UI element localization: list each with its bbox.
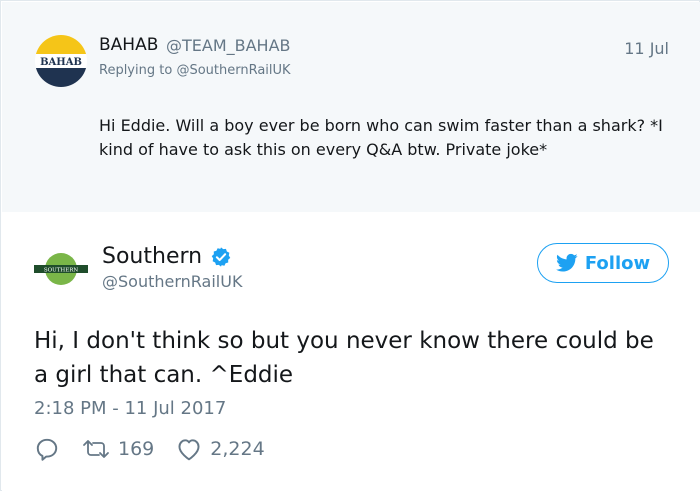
retweet-count: 169 — [118, 438, 155, 460]
heart-icon — [178, 439, 200, 461]
bahab-avatar[interactable]: BAHAB — [35, 35, 87, 87]
follow-button-label: Follow — [584, 252, 651, 274]
tweet-actions: 169 2,224 — [34, 434, 287, 464]
main-tweet-text: Hi, I don't think so but you never know … — [34, 328, 654, 388]
reply-date[interactable]: 11 Jul — [624, 39, 669, 58]
reply-tweet[interactable]: BAHAB BAHAB @TEAM_BAHAB Replying to @Sou… — [2, 2, 700, 212]
replying-to-label: Replying to — [99, 63, 173, 78]
like-count: 2,224 — [210, 438, 265, 460]
main-author-name[interactable]: Southern — [102, 244, 202, 269]
verified-badge-icon — [210, 246, 232, 268]
main-author-name-row[interactable]: Southern — [102, 244, 232, 269]
main-tweet: SOUTHERN Southern @SouthernRailUK Follow… — [2, 212, 700, 491]
southern-avatar[interactable]: SOUTHERN — [34, 252, 88, 286]
retweet-icon — [83, 440, 109, 458]
retweet-button[interactable]: 169 — [82, 437, 154, 461]
replying-to-line: Replying to @SouthernRailUK — [99, 63, 291, 78]
reply-button[interactable] — [34, 436, 60, 462]
like-button[interactable]: 2,224 — [176, 437, 265, 461]
reply-author-name[interactable]: BAHAB — [99, 35, 158, 55]
reply-icon — [36, 438, 58, 461]
southern-logo-icon: SOUTHERN — [34, 253, 88, 285]
southern-logo-text: SOUTHERN — [44, 268, 79, 274]
tweet-card: BAHAB BAHAB @TEAM_BAHAB Replying to @Sou… — [0, 0, 700, 491]
main-author-handle[interactable]: @SouthernRailUK — [102, 272, 242, 291]
bahab-logo-text: BAHAB — [40, 57, 82, 68]
replying-to-handle-link[interactable]: @SouthernRailUK — [176, 63, 290, 78]
twitter-bird-icon — [555, 253, 578, 272]
reply-tweet-text: Hi Eddie. Will a boy ever be born who ca… — [99, 116, 663, 159]
reply-author-handle[interactable]: @TEAM_BAHAB — [166, 36, 291, 55]
bahab-logo-icon: BAHAB — [35, 35, 87, 87]
tweet-timestamp[interactable]: 2:18 PM - 11 Jul 2017 — [34, 398, 226, 419]
follow-button[interactable]: Follow — [537, 243, 669, 283]
